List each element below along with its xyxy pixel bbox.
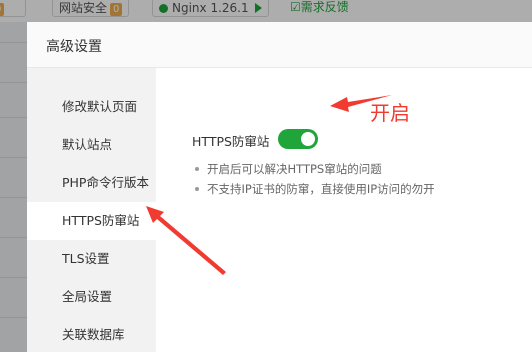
- annotation-arrows: [146, 95, 392, 275]
- annotation-label: 开启: [370, 101, 410, 125]
- arrow-to-menu-icon: [146, 206, 226, 275]
